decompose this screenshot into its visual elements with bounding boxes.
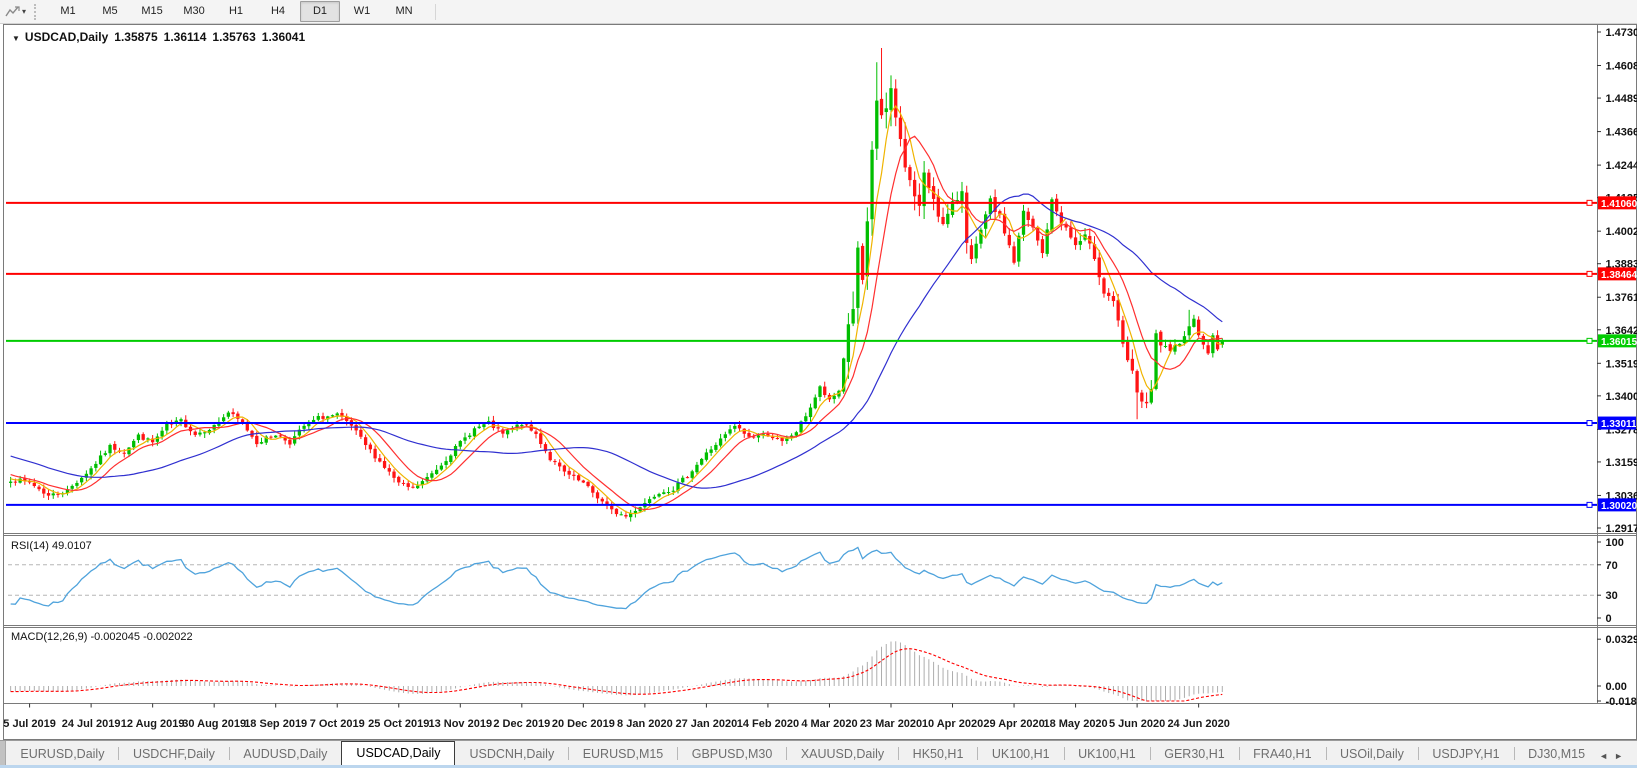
date-label: 18 May 2020 [1043, 718, 1107, 730]
chart-title: ▼ USDCAD,Daily 1.35875 1.36114 1.35763 1.3604… [12, 30, 305, 44]
arrow-left-icon[interactable]: ◄ [1599, 751, 1614, 761]
tab-usdjpy-h1[interactable]: USDJPY,H1 [1418, 743, 1513, 765]
rsi-tick-label: 0 [1606, 613, 1612, 625]
rsi-tick-label: 30 [1606, 590, 1618, 602]
tab-dj30-m15[interactable]: DJ30,M15 [1514, 743, 1599, 765]
price-tick-label: 1.46080 [1606, 61, 1637, 73]
date-label: 30 Aug 2019 [182, 718, 246, 730]
rsi-tick-label: 100 [1606, 537, 1624, 549]
line-handle[interactable] [1587, 502, 1592, 507]
macd-tick-label: 0.00 [1606, 681, 1627, 693]
timeframe-button-m1[interactable]: M1 [48, 1, 88, 22]
tab-eurusd-daily[interactable]: EURUSD,Daily [6, 743, 118, 765]
price-badge-label: 1.33011 [1601, 419, 1637, 430]
date-label: 4 Mar 2020 [801, 718, 857, 730]
chart-symbol: USDCAD,Daily [25, 30, 108, 44]
line-handle[interactable] [1587, 338, 1592, 343]
date-label: 24 Jul 2019 [62, 718, 121, 730]
ohlc-high: 1.36114 [164, 30, 207, 44]
timeframe-button-h1[interactable]: H1 [216, 1, 256, 22]
date-label: 23 Mar 2020 [860, 718, 922, 730]
chart-window-frame [4, 25, 1637, 740]
macd-label: MACD(12,26,9) -0.002045 -0.002022 [11, 631, 193, 643]
rsi-tick-label: 70 [1606, 560, 1618, 572]
chart-cursor-icon[interactable] [3, 4, 21, 20]
toolbar-grip [34, 4, 40, 20]
date-label: 7 Oct 2019 [310, 718, 365, 730]
tab-gbpusd-m30[interactable]: GBPUSD,M30 [678, 743, 787, 765]
date-label: 25 Oct 2019 [368, 718, 429, 730]
price-badge-label: 1.41060 [1601, 199, 1637, 210]
price-badge-label: 1.36015 [1601, 337, 1637, 348]
arrow-right-icon[interactable]: ► [1614, 751, 1629, 761]
date-label: 14 Feb 2020 [737, 718, 799, 730]
price-tick-label: 1.29175 [1606, 523, 1637, 535]
tab-eurusd-m15[interactable]: EURUSD,M15 [569, 743, 678, 765]
price-tick-label: 1.35195 [1606, 358, 1637, 370]
tab-uk100-h1[interactable]: UK100,H1 [978, 743, 1064, 765]
date-label: 2 Dec 2019 [493, 718, 550, 730]
date-label: 29 Apr 2020 [983, 718, 1044, 730]
timeframe-button-h4[interactable]: H4 [258, 1, 298, 22]
line-handle[interactable] [1587, 200, 1592, 205]
tab-ger30-h1[interactable]: GER30,H1 [1150, 743, 1238, 765]
price-tick-label: 1.34005 [1606, 391, 1637, 403]
timeframe-button-m15[interactable]: M15 [132, 1, 172, 22]
timeframe-buttons: M1M5M15M30H1H4D1W1MN [47, 1, 425, 22]
date-label: 24 Jun 2020 [1167, 718, 1229, 730]
price-tick-label: 1.43665 [1606, 127, 1637, 139]
date-label: 27 Jan 2020 [676, 718, 738, 730]
price-badge-label: 1.30020 [1601, 501, 1637, 512]
timeframe-toolbar: ▾ M1M5M15M30H1H4D1W1MN [0, 0, 1637, 24]
price-tick-label: 1.31590 [1606, 457, 1637, 469]
chart-tabs-bar: EURUSD,DailyUSDCHF,DailyAUDUSD,DailyUSDC… [0, 740, 1637, 765]
date-label: 8 Jan 2020 [617, 718, 673, 730]
date-label: 12 Aug 2019 [121, 718, 185, 730]
tab-usdcnh-daily[interactable]: USDCNH,Daily [455, 743, 568, 765]
tab-hk50-h1[interactable]: HK50,H1 [899, 743, 978, 765]
date-label: 10 Apr 2020 [922, 718, 983, 730]
timeframe-button-mn[interactable]: MN [384, 1, 424, 22]
price-tick-label: 1.42440 [1606, 160, 1637, 172]
line-handle[interactable] [1587, 271, 1592, 276]
tab-uk100-h1[interactable]: UK100,H1 [1064, 743, 1150, 765]
price-tick-label: 1.40025 [1606, 226, 1637, 238]
line-handle[interactable] [1587, 421, 1592, 426]
macd-tick-label: -0.01815 [1606, 696, 1637, 708]
toolbar-separator [435, 4, 436, 20]
rsi-label: RSI(14) 49.0107 [11, 540, 92, 552]
chart-canvas[interactable]: 1.473051.460801.448901.436651.424401.412… [0, 0, 1637, 768]
ohlc-close: 1.36041 [262, 30, 305, 44]
price-badge-label: 1.38464 [1601, 270, 1637, 281]
price-tick-label: 1.47305 [1606, 27, 1637, 39]
price-tick-label: 1.37610 [1606, 292, 1637, 304]
trading-terminal: { "toolbar": { "tool_icon": "chart-curso… [0, 0, 1637, 768]
price-tick-label: 1.44890 [1606, 93, 1637, 105]
date-label: 5 Jun 2020 [1109, 718, 1165, 730]
tabs-scroll-arrows[interactable]: ◄► [1599, 751, 1629, 761]
timeframe-button-m30[interactable]: M30 [174, 1, 214, 22]
date-label: 5 Jul 2019 [3, 718, 56, 730]
date-label: 13 Nov 2019 [428, 718, 492, 730]
tab-usdchf-daily[interactable]: USDCHF,Daily [119, 743, 229, 765]
ohlc-open: 1.35875 [114, 30, 157, 44]
tab-fra40-h1[interactable]: FRA40,H1 [1239, 743, 1325, 765]
timeframe-button-m5[interactable]: M5 [90, 1, 130, 22]
chevron-down-icon[interactable]: ▾ [22, 7, 26, 16]
tab-audusd-daily[interactable]: AUDUSD,Daily [229, 743, 341, 765]
tab-usdcad-daily[interactable]: USDCAD,Daily [341, 741, 455, 765]
date-label: 18 Sep 2019 [244, 718, 307, 730]
macd-tick-label: 0.032972 [1606, 634, 1637, 646]
ohlc-low: 1.35763 [212, 30, 255, 44]
tab-usoil-daily[interactable]: USOil,Daily [1326, 743, 1418, 765]
date-label: 20 Dec 2019 [552, 718, 615, 730]
timeframe-button-d1[interactable]: D1 [300, 1, 340, 22]
timeframe-button-w1[interactable]: W1 [342, 1, 382, 22]
tab-xauusd-daily[interactable]: XAUUSD,Daily [787, 743, 898, 765]
chevron-down-icon[interactable]: ▼ [12, 34, 20, 43]
